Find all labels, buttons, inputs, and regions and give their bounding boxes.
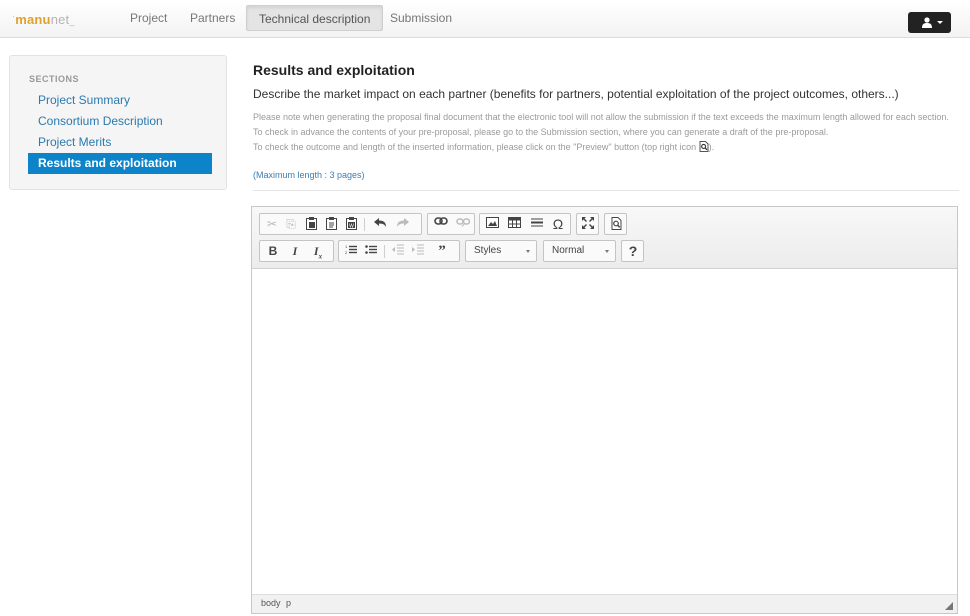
logo-prefix: manu [15, 12, 51, 27]
sidebar-item-consortium-description[interactable]: Consortium Description [28, 111, 212, 132]
chevron-down-icon [605, 250, 609, 253]
bulleted-list-icon[interactable] [363, 243, 379, 259]
user-icon [922, 17, 932, 28]
editor-content-area[interactable] [252, 270, 957, 594]
paste-icon[interactable] [303, 216, 319, 232]
sidebar-header: SECTIONS [29, 74, 80, 84]
styles-dropdown-label: Styles [474, 245, 502, 256]
manunet-logo[interactable]: ·manunet_ [12, 11, 75, 27]
nav-technical-description[interactable]: Technical description [246, 5, 384, 31]
format-dropdown[interactable]: Normal [543, 240, 616, 262]
note-text: Please note when generating the proposal… [253, 112, 949, 137]
link-icon[interactable] [433, 216, 449, 232]
basic-styles-group: B I Ix [259, 240, 334, 262]
sidebar-item-results-and-exploitation[interactable]: Results and exploitation [28, 153, 212, 174]
help-group: ? [621, 240, 644, 262]
toolbar-separator [384, 245, 385, 258]
indent-icon[interactable] [410, 243, 426, 259]
svg-text:W: W [349, 223, 354, 229]
copy-icon[interactable]: ⎘ [283, 216, 299, 232]
note-preview-end: ). [708, 142, 715, 152]
divider [253, 190, 959, 191]
path-body[interactable]: body [261, 598, 281, 608]
toolbar-separator [364, 218, 365, 231]
help-icon[interactable]: ? [625, 243, 641, 259]
submission-note: Please note when generating the proposal… [253, 110, 958, 155]
resize-handle-icon[interactable] [945, 602, 953, 610]
unlink-icon[interactable] [455, 216, 471, 232]
undo-icon[interactable] [372, 216, 388, 232]
logo-suffix: net [50, 12, 70, 27]
section-description: Describe the market impact on each partn… [253, 87, 899, 101]
image-icon[interactable] [484, 216, 500, 232]
paste-word-icon[interactable]: W [343, 216, 359, 232]
nav-project[interactable]: Project [118, 5, 179, 31]
logo-tail: _ [69, 16, 75, 26]
cut-icon[interactable]: ✂ [264, 216, 280, 232]
chevron-down-icon [526, 250, 530, 253]
rich-text-editor: ✂ ⎘ W Ω B I Ix 1 2 ” Styles Normal ? bod… [251, 206, 958, 614]
clipboard-group: ✂ ⎘ W [259, 213, 422, 235]
caret-down-icon [937, 21, 943, 24]
svg-text:2: 2 [345, 250, 348, 255]
user-menu-button[interactable] [908, 12, 951, 33]
bold-icon[interactable]: B [265, 243, 281, 259]
sidebar-item-project-merits[interactable]: Project Merits [28, 132, 212, 153]
italic-icon[interactable]: I [287, 243, 303, 259]
preview-group [604, 213, 627, 235]
special-char-icon[interactable]: Ω [550, 216, 566, 232]
sidebar-item-project-summary[interactable]: Project Summary [28, 90, 212, 111]
numbered-list-icon[interactable]: 12 [343, 243, 359, 259]
table-icon[interactable] [506, 216, 522, 232]
nav-submission[interactable]: Submission [378, 5, 464, 31]
paragraph-group: 12 ” [338, 240, 460, 262]
paste-text-icon[interactable] [323, 216, 339, 232]
editor-toolbar: ✂ ⎘ W Ω B I Ix 1 2 ” Styles Normal ? [252, 207, 957, 269]
preview-button-icon[interactable] [608, 216, 624, 232]
svg-text:1: 1 [345, 244, 348, 249]
link-group [427, 213, 475, 235]
styles-dropdown[interactable]: Styles [465, 240, 537, 262]
path-p[interactable]: p [286, 598, 291, 608]
maximize-icon[interactable] [580, 216, 596, 232]
insert-group: Ω [479, 213, 571, 235]
horizontal-rule-icon[interactable] [529, 216, 545, 232]
page-title: Results and exploitation [253, 62, 415, 78]
format-dropdown-label: Normal [552, 245, 585, 256]
blockquote-icon[interactable]: ” [434, 243, 450, 259]
editor-statusbar: body p [252, 594, 957, 613]
redo-icon[interactable] [394, 216, 410, 232]
note-preview-text: To check the outcome and length of the i… [253, 142, 697, 152]
remove-format-icon[interactable]: Ix [310, 243, 326, 260]
max-length-label: (Maximum length : 3 pages) [253, 170, 365, 180]
logo-dot: · [12, 11, 16, 21]
outdent-icon[interactable] [390, 243, 406, 259]
maximize-group [576, 213, 599, 235]
top-navbar: ·manunet_ Project Partners Technical des… [0, 0, 970, 38]
preview-icon [699, 141, 709, 152]
nav-partners[interactable]: Partners [178, 5, 247, 31]
